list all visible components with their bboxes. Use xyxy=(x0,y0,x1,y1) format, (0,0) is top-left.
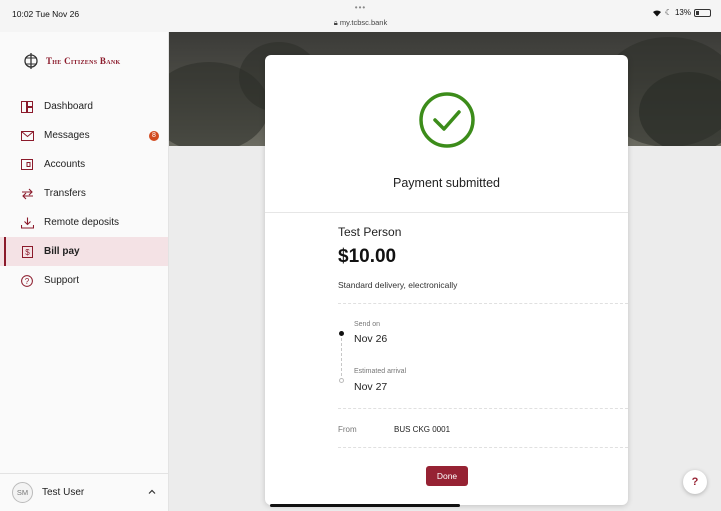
sidebar-item-remote-deposits[interactable]: Remote deposits xyxy=(0,208,168,237)
payment-confirmation-dialog: Payment submitted Test Person $10.00 Sta… xyxy=(265,55,628,505)
sidebar: The Citizens Bank Dashboard Messages 8 A… xyxy=(0,32,169,511)
sidebar-item-label: Dashboard xyxy=(44,101,93,112)
status-indicators: ☾ 13% xyxy=(652,8,711,17)
battery-percent: 13% xyxy=(674,8,691,17)
estimated-arrival-label: Estimated arrival xyxy=(354,368,407,375)
svg-text:$: $ xyxy=(25,248,30,257)
sidebar-item-messages[interactable]: Messages 8 xyxy=(0,121,168,150)
sidebar-nav: Dashboard Messages 8 Accounts Transfers xyxy=(0,92,168,295)
moon-icon: ☾ xyxy=(664,8,672,17)
timeline-dot-filled xyxy=(339,331,344,336)
success-check-icon xyxy=(419,92,475,148)
timeline-dot-empty xyxy=(339,378,344,383)
chevron-up-icon xyxy=(148,489,156,494)
browser-url[interactable]: 🔒︎ my.tcbsc.bank xyxy=(0,18,721,28)
battery-icon xyxy=(694,8,711,17)
divider xyxy=(338,447,628,448)
status-bar: 10:02 Tue Nov 26 ••• 🔒︎ my.tcbsc.bank ☾ … xyxy=(0,0,721,32)
bill-icon: $ xyxy=(20,245,34,259)
help-button[interactable]: ? xyxy=(683,470,707,494)
help-circle-icon: ? xyxy=(20,274,34,288)
timeline-connector xyxy=(341,333,342,381)
send-on-label: Send on xyxy=(354,321,381,328)
divider xyxy=(265,212,628,213)
sidebar-item-label: Remote deposits xyxy=(44,217,120,228)
citizens-bank-logo-icon xyxy=(24,53,38,69)
sidebar-item-accounts[interactable]: Accounts xyxy=(0,150,168,179)
sidebar-item-support[interactable]: ? Support xyxy=(0,266,168,295)
sidebar-item-label: Bill pay xyxy=(44,246,80,257)
bank-logo[interactable]: The Citizens Bank xyxy=(22,52,120,70)
sidebar-item-dashboard[interactable]: Dashboard xyxy=(0,92,168,121)
wifi-icon xyxy=(652,9,661,16)
accounts-icon xyxy=(20,158,34,172)
url-text: my.tcbsc.bank xyxy=(339,18,388,27)
home-indicator[interactable] xyxy=(270,504,460,507)
sidebar-item-bill-pay[interactable]: $ Bill pay xyxy=(0,237,168,266)
delivery-method: Standard delivery, electronically xyxy=(338,280,458,290)
sidebar-item-label: Accounts xyxy=(44,159,86,170)
from-account: BUS CKG 0001 xyxy=(394,425,451,434)
estimated-arrival-date: Nov 27 xyxy=(354,381,388,393)
browser-menu-dots[interactable]: ••• xyxy=(0,3,721,12)
avatar: SM xyxy=(12,482,33,503)
dialog-title: Payment submitted xyxy=(393,176,500,190)
sidebar-item-label: Transfers xyxy=(44,188,86,199)
envelope-icon xyxy=(20,129,34,143)
dashboard-icon xyxy=(20,100,34,114)
payee-name: Test Person xyxy=(338,225,402,239)
unread-count-badge: 8 xyxy=(149,131,159,141)
divider xyxy=(338,303,628,304)
svg-text:?: ? xyxy=(25,276,30,285)
divider xyxy=(338,408,628,409)
payment-amount: $10.00 xyxy=(338,246,397,267)
done-button[interactable]: Done xyxy=(426,466,468,486)
user-menu[interactable]: SM Test User xyxy=(0,473,168,511)
sidebar-item-label: Messages xyxy=(44,130,90,141)
lock-icon: 🔒︎ xyxy=(333,18,338,27)
from-label: From xyxy=(338,425,357,434)
sidebar-item-transfers[interactable]: Transfers xyxy=(0,179,168,208)
send-on-date: Nov 26 xyxy=(354,333,388,345)
user-name: Test User xyxy=(42,487,85,498)
download-tray-icon xyxy=(20,216,34,230)
sidebar-item-label: Support xyxy=(44,275,80,286)
bank-name: The Citizens Bank xyxy=(46,56,121,66)
transfer-arrows-icon xyxy=(20,187,34,201)
